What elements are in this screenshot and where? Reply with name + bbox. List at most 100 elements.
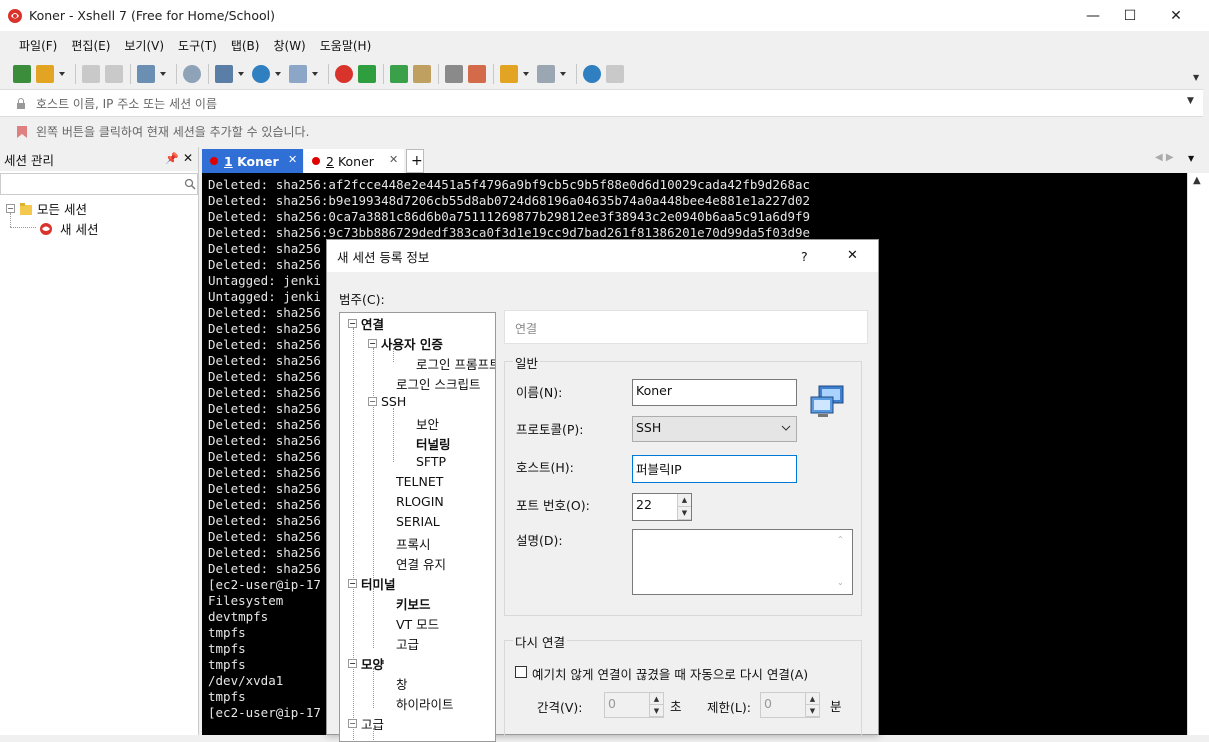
menu-tools[interactable]: 도구(T): [171, 37, 224, 54]
cat-connection[interactable]: − 연결: [348, 314, 384, 333]
layout-icon[interactable]: [537, 65, 555, 83]
description-input[interactable]: [632, 529, 853, 595]
host-input[interactable]: 퍼블릭IP: [632, 455, 797, 483]
xftp-icon[interactable]: [358, 65, 376, 83]
transfer-icon[interactable]: [215, 65, 233, 83]
session-properties-dialog: 새 세션 등록 정보 ? ✕ 범주(C): − 연결 − 사용자 인증 로그인 프롬…: [326, 239, 879, 742]
lock-icon[interactable]: [413, 65, 431, 83]
address-dropdown-icon[interactable]: ▼: [1187, 96, 1194, 106]
protocol-label: 프로토콜(P):: [516, 422, 584, 437]
auto-reconnect-checkbox[interactable]: [515, 666, 527, 678]
add-folder-icon[interactable]: [500, 65, 518, 83]
xshell-icon[interactable]: [335, 65, 353, 83]
cat-login-prompt[interactable]: 로그인 프롬프트: [416, 354, 495, 373]
close-button[interactable]: ✕: [1153, 0, 1199, 31]
tab-close-icon[interactable]: ✕: [288, 153, 297, 166]
tab-2[interactable]: 2 Koner ✕: [304, 149, 404, 173]
cat-rlogin[interactable]: RLOGIN: [396, 494, 444, 509]
category-tree[interactable]: − 연결 − 사용자 인증 로그인 프롬프트 로그인 스크립트 − SSH 보안 터널…: [339, 312, 496, 742]
port-stepper[interactable]: ▲ ▼: [677, 494, 691, 520]
interval-stepper[interactable]: ▲ ▼: [649, 693, 663, 717]
limit-input[interactable]: 0 ▲ ▼: [760, 692, 820, 718]
cat-tunneling[interactable]: 터널링: [416, 434, 451, 453]
protocol-select[interactable]: SSH: [632, 416, 797, 442]
keyboard-icon[interactable]: [445, 65, 463, 83]
fullscreen-icon[interactable]: [390, 65, 408, 83]
collapse-icon[interactable]: −: [348, 719, 357, 728]
help-icon[interactable]: [583, 65, 601, 83]
menu-help[interactable]: 도움말(H): [313, 37, 379, 54]
cat-terminal-advanced[interactable]: 고급: [396, 634, 419, 653]
cat-terminal[interactable]: − 터미널: [348, 574, 396, 593]
dialog-help-button[interactable]: ?: [801, 249, 808, 264]
scroll-down-icon[interactable]: ⌄: [837, 578, 844, 587]
tree-all-sessions[interactable]: − 모든 세션: [6, 199, 87, 218]
cat-sftp[interactable]: SFTP: [416, 454, 446, 469]
menu-window[interactable]: 창(W): [266, 37, 312, 54]
cat-highlight[interactable]: 하이라이트: [396, 694, 454, 713]
right-scroll-strip[interactable]: ▲: [1187, 173, 1209, 735]
cat-keyboard[interactable]: 키보드: [396, 594, 431, 613]
session-panel-close[interactable]: ✕: [183, 151, 193, 165]
chat-icon[interactable]: [606, 65, 624, 83]
name-input[interactable]: Koner: [632, 379, 797, 406]
tab-menu-icon[interactable]: ▼: [1188, 154, 1194, 163]
new-tab-button[interactable]: +: [406, 149, 424, 173]
title-bar: Koner - Xshell 7 (Free for Home/School) …: [0, 0, 1209, 31]
menu-tab[interactable]: 탭(B): [224, 37, 267, 54]
address-bar[interactable]: 호스트 이름, IP 주소 또는 세션 이름 ▼: [0, 89, 1203, 117]
highlight-icon[interactable]: [468, 65, 486, 83]
connect-icon[interactable]: [82, 65, 100, 83]
cat-proxy[interactable]: 프록시: [396, 534, 431, 553]
host-label: 호스트(H):: [516, 460, 574, 475]
tab-close-icon[interactable]: ✕: [389, 153, 398, 166]
collapse-icon[interactable]: −: [368, 339, 377, 348]
collapse-icon[interactable]: −: [348, 659, 357, 668]
cat-appearance[interactable]: − 모양: [348, 654, 384, 673]
cat-login-script[interactable]: 로그인 스크립트: [396, 374, 480, 393]
cat-window[interactable]: 창: [396, 674, 408, 693]
properties-icon[interactable]: [137, 65, 155, 83]
new-session-icon[interactable]: [13, 65, 31, 83]
maximize-button[interactable]: ☐: [1107, 0, 1153, 31]
interval-input[interactable]: 0 ▲ ▼: [604, 692, 664, 718]
menu-file[interactable]: 파일(F): [12, 37, 64, 54]
scroll-up-icon[interactable]: ⌃: [837, 535, 844, 544]
dialog-close-button[interactable]: ✕: [847, 248, 858, 263]
cat-security[interactable]: 보안: [416, 414, 439, 433]
collapse-icon[interactable]: −: [348, 579, 357, 588]
menu-edit[interactable]: 편집(E): [64, 37, 117, 54]
toolbar-overflow-icon[interactable]: ▼: [1193, 73, 1199, 82]
cat-advanced[interactable]: − 고급: [348, 714, 384, 733]
open-folder-icon[interactable]: [36, 65, 54, 83]
collapse-icon[interactable]: −: [368, 397, 377, 406]
cat-keepalive[interactable]: 연결 유지: [396, 554, 446, 573]
collapse-icon[interactable]: −: [6, 204, 15, 213]
disconnect-icon[interactable]: [105, 65, 123, 83]
tree-new-session[interactable]: 새 세션: [38, 219, 98, 238]
cat-telnet[interactable]: TELNET: [396, 474, 443, 489]
general-title: 일반: [513, 353, 541, 372]
session-panel-header: 세션 관리 📌 ✕: [0, 147, 198, 171]
tab-prev-icon[interactable]: ◀ ▶: [1155, 152, 1174, 163]
menu-bar: 파일(F) 편집(E) 보기(V) 도구(T) 탭(B) 창(W) 도움말(H): [0, 31, 1209, 59]
cat-vt-mode[interactable]: VT 모드: [396, 614, 439, 633]
cat-serial[interactable]: SERIAL: [396, 514, 440, 529]
tab-1[interactable]: 1 Koner ✕: [202, 149, 303, 173]
pin-icon[interactable]: 📌: [165, 152, 179, 165]
find-icon[interactable]: [183, 65, 201, 83]
menu-view[interactable]: 보기(V): [117, 37, 171, 54]
font-icon[interactable]: [289, 65, 307, 83]
collapse-icon[interactable]: −: [348, 319, 357, 328]
cat-ssh[interactable]: − SSH: [368, 394, 406, 409]
scroll-up-icon[interactable]: ▲: [1193, 175, 1201, 186]
reconnect-group: [504, 640, 862, 736]
globe-icon[interactable]: [252, 65, 270, 83]
limit-stepper[interactable]: ▲ ▼: [805, 693, 819, 717]
auto-reconnect-label[interactable]: 예기치 않게 연결이 끊겼을 때 자동으로 다시 연결(A): [532, 664, 808, 683]
description-label: 설명(D):: [516, 533, 563, 548]
interval-unit: 초: [670, 699, 682, 714]
port-input[interactable]: 22 ▲ ▼: [632, 493, 692, 521]
cat-user-auth[interactable]: − 사용자 인증: [368, 334, 443, 353]
session-search-input[interactable]: [0, 173, 198, 195]
